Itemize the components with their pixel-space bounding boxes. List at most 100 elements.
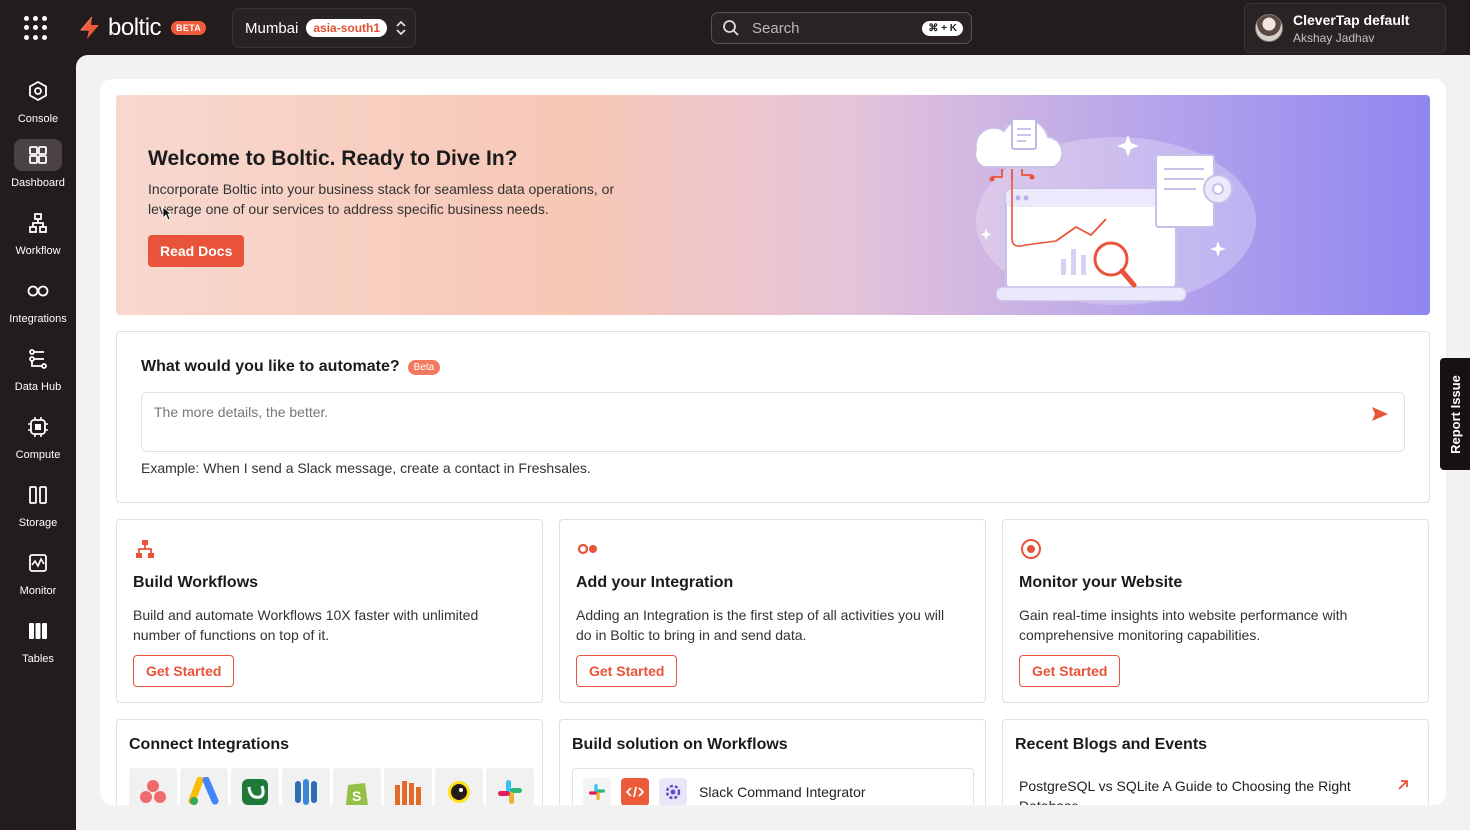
integrations-icon [14,275,62,307]
google-ads-logo-icon[interactable] [180,768,228,805]
search-icon [723,20,739,36]
analytics-illustration [974,118,1256,305]
automate-prompt-input[interactable]: The more details, the better. [141,392,1405,452]
sidebar-item-workflow[interactable]: Workflow [0,207,76,269]
card-title: Build Workflows [133,574,259,591]
sidebar-item-label: Integrations [9,313,67,325]
search-bar[interactable]: Search ⌘ + K [711,12,972,44]
solution-label: Slack Command Integrator [699,784,866,800]
add-integration-card: Add your Integration Adding an Integrati… [559,519,986,703]
database-logo-icon[interactable] [282,768,330,805]
account-user: Akshay Jadhav [1293,30,1375,45]
account-switcher[interactable]: CleverTap default Akshay Jadhav [1244,3,1446,53]
card-description: Adding an Integration is the first step … [576,607,945,643]
blog-link[interactable]: PostgreSQL vs SQLite A Guide to Choosing… [1019,776,1379,805]
card-description: Build and automate Workflows 10X faster … [133,607,479,643]
search-shortcut-badge: ⌘ + K [922,20,963,36]
automate-title: What would you like to automate? [141,358,400,375]
console-icon [14,75,62,107]
automate-placeholder: The more details, the better. [154,404,329,420]
card-title: Monitor your Website [1019,574,1183,591]
mailchimp-logo-icon[interactable] [435,768,483,805]
sidebar-item-monitor[interactable]: Monitor [0,547,76,609]
compute-icon [14,411,62,443]
data-hub-icon [14,343,62,375]
sidebar-item-console[interactable]: Console [0,75,76,137]
sidebar-item-label: Data Hub [14,381,62,393]
account-name: CleverTap default [1293,11,1410,28]
connect-integrations-title: Connect Integrations [129,736,290,753]
welcome-description: Incorporate Boltic into your business st… [148,181,615,217]
send-icon[interactable] [1370,405,1390,423]
solution-item[interactable]: Slack Command Integrator [572,768,974,805]
brand-name: boltic [108,14,162,41]
svg-text:S: S [352,788,361,804]
report-issue-tab[interactable]: Report Issue [1440,358,1470,470]
workflow-solutions-card: Build solution on Workflows Slack Comman… [559,719,986,805]
get-started-button[interactable]: Get Started [1019,655,1121,687]
region-selector[interactable]: Mumbai asia-south1 [232,8,416,48]
integration-logo-row: S [129,768,534,805]
gear-icon [659,778,687,805]
dashboard-icon [14,139,62,171]
workflow-solutions-title: Build solution on Workflows [572,736,788,753]
storage-icon [14,479,62,511]
asana-logo-icon[interactable] [129,768,177,805]
sidebar-item-label: Monitor [19,585,57,597]
sidebar-item-integrations[interactable]: Integrations [0,275,76,337]
sidebar-item-label: Tables [22,653,54,665]
external-link-arrow-icon[interactable] [1396,778,1410,792]
welcome-banner: Welcome to Boltic. Ready to Dive In? Inc… [116,95,1430,315]
slack-logo-icon [583,778,611,805]
monitor-icon [1021,539,1041,559]
workflow-icon [14,207,62,239]
automate-panel: What would you like to automate? Beta Th… [116,331,1430,503]
freshworks-logo-icon[interactable] [231,768,279,805]
sidebar-item-storage[interactable]: Storage [0,479,76,541]
dashboard-content: Welcome to Boltic. Ready to Dive In? Inc… [100,79,1446,805]
sidebar-item-label: Dashboard [11,177,65,189]
blogs-events-card: Recent Blogs and Events PostgreSQL vs SQ… [1002,719,1429,805]
top-bar: boltic BETA Mumbai asia-south1 Search ⌘ … [0,0,1470,55]
sidebar-item-tables[interactable]: Tables [0,615,76,677]
region-name: Mumbai [245,19,299,37]
connect-integrations-card: Connect Integrations S [116,719,543,805]
avatar [1255,14,1283,42]
sidebar-item-label: Storage [18,517,58,529]
get-started-button[interactable]: Get Started [576,655,678,687]
bolt-logo-icon [79,16,99,39]
brand-logo[interactable]: boltic BETA [78,14,207,42]
card-title: Add your Integration [576,574,734,591]
sidebar: Console Dashboard Workflow Integrations … [0,55,76,830]
automate-example: Example: When I send a Slack message, cr… [141,460,591,476]
sidebar-item-label: Console [17,113,59,125]
sidebar-item-label: Workflow [15,245,61,257]
chevron-up-down-icon [396,20,406,36]
sidebar-item-data-hub[interactable]: Data Hub [0,343,76,405]
monitor-icon [14,547,62,579]
blogs-events-title: Recent Blogs and Events [1015,736,1208,753]
code-icon [621,778,649,805]
report-issue-label: Report Issue [1447,374,1463,454]
region-code-badge: asia-south1 [306,19,388,37]
card-description: Gain real-time insights into website per… [1019,607,1348,643]
slack-logo-icon[interactable] [486,768,534,805]
beta-badge: Beta [407,359,441,375]
tables-icon [14,615,62,647]
aws-logo-icon[interactable] [384,768,432,805]
shopify-logo-icon[interactable]: S [333,768,381,805]
mouse-cursor-icon [162,206,172,221]
beta-badge: BETA [171,21,207,35]
get-started-button[interactable]: Get Started [133,655,235,687]
sidebar-item-label: Compute [15,449,61,461]
welcome-title: Welcome to Boltic. Ready to Dive In? [148,147,518,170]
apps-grid-icon[interactable] [22,14,50,42]
sidebar-item-dashboard[interactable]: Dashboard [0,139,76,201]
read-docs-button[interactable]: Read Docs [148,235,245,267]
sidebar-item-compute[interactable]: Compute [0,411,76,473]
integration-icon [577,543,597,555]
build-workflows-card: Build Workflows Build and automate Workf… [116,519,543,703]
monitor-website-card: Monitor your Website Gain real-time insi… [1002,519,1429,703]
search-placeholder: Search [752,19,800,37]
main-area: Welcome to Boltic. Ready to Dive In? Inc… [76,55,1470,830]
